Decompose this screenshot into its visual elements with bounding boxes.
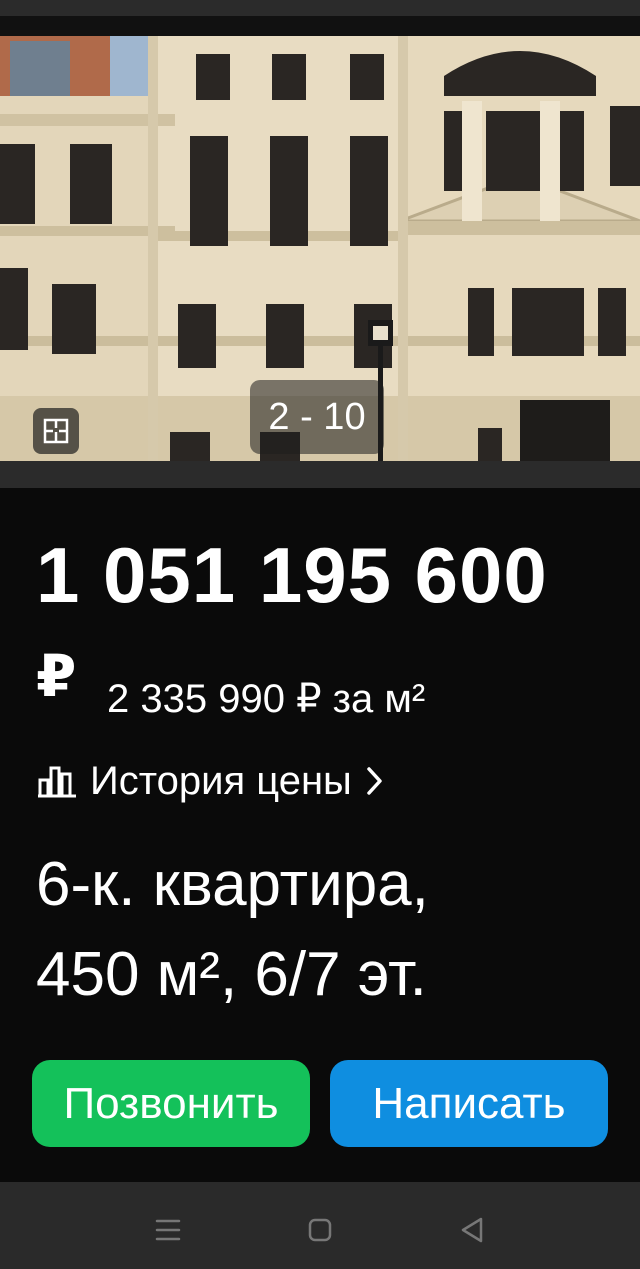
photo-bottom-strip xyxy=(0,461,640,488)
price: 1 051 195 600 xyxy=(36,531,548,619)
menu-icon xyxy=(155,1219,181,1241)
price-history-link[interactable]: История цены xyxy=(36,756,386,806)
title-line-2: 450 м², 6/7 эт. xyxy=(36,940,427,1009)
listing-title: 6-к. квартира, 450 м², 6/7 эт. xyxy=(36,840,616,1020)
call-button[interactable]: Позвонить xyxy=(32,1060,310,1147)
write-button[interactable]: Написать xyxy=(330,1060,608,1147)
back-button[interactable] xyxy=(452,1210,492,1250)
back-icon xyxy=(461,1217,483,1243)
price-history-label: История цены xyxy=(90,758,352,803)
status-strip xyxy=(0,0,640,36)
price-per-meter: 2 335 990 ₽ за м² xyxy=(107,677,426,721)
system-navbar xyxy=(0,1182,640,1269)
home-icon xyxy=(308,1218,332,1242)
chevron-right-icon xyxy=(367,767,382,795)
chart-icon xyxy=(38,766,76,798)
floor-plan-icon xyxy=(43,418,69,444)
listing-details: 1 051 195 600 ₽ 2 335 990 ₽ за м² Истори… xyxy=(0,488,640,1182)
title-line-1: 6-к. квартира, xyxy=(36,850,429,919)
home-button[interactable] xyxy=(300,1210,340,1250)
gallery-counter: 2 - 10 xyxy=(250,380,384,454)
recent-apps-button[interactable] xyxy=(148,1210,188,1250)
floor-plan-button[interactable] xyxy=(33,408,79,454)
currency-symbol: ₽ xyxy=(36,644,77,709)
